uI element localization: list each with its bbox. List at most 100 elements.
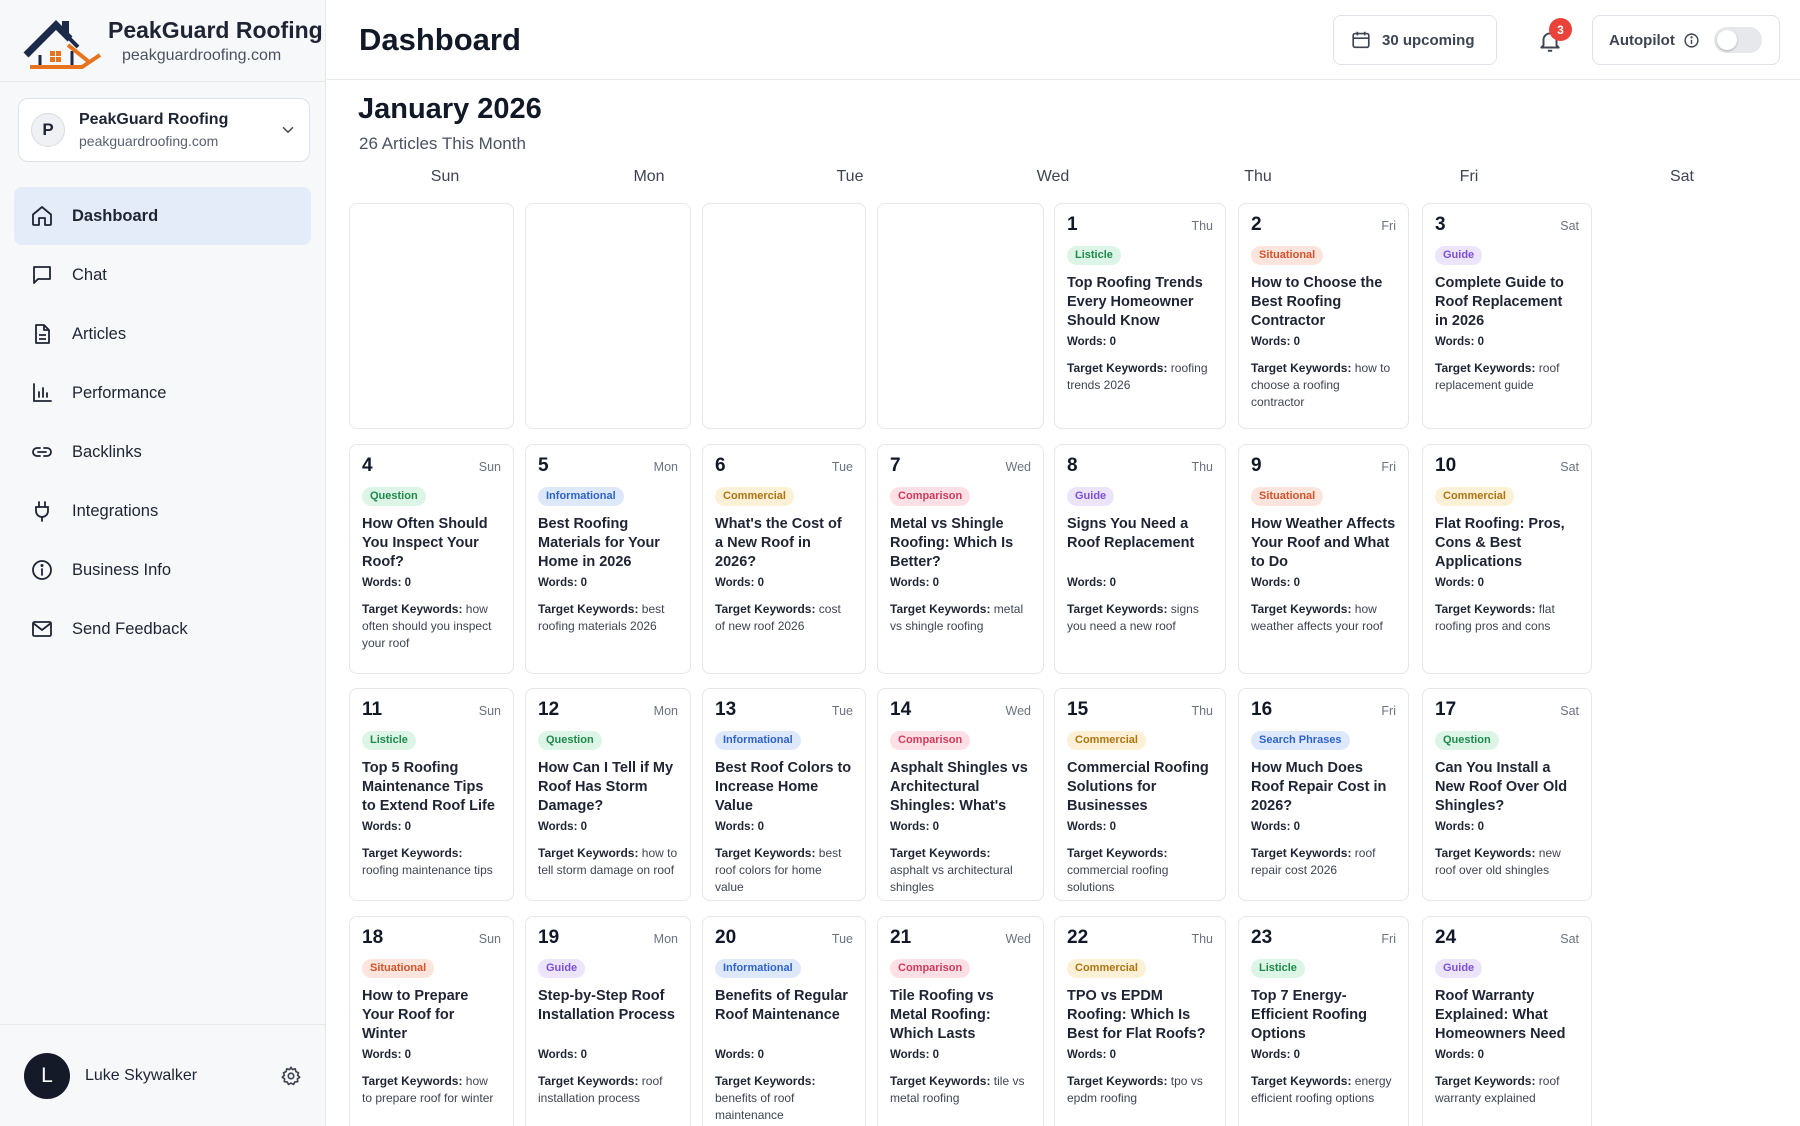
- avatar[interactable]: L: [24, 1052, 70, 1099]
- word-count: Words: 0: [1435, 1049, 1484, 1061]
- calendar-day-card[interactable]: 9 Fri Situational How Weather Affects Your …: [1238, 444, 1409, 674]
- article-title[interactable]: Roof Warranty Explained: What Homeowners…: [1435, 987, 1579, 1044]
- info-icon[interactable]: [1683, 32, 1700, 49]
- calendar-cell-empty: [525, 203, 691, 429]
- keywords-label: Target Keywords:: [1251, 1074, 1352, 1088]
- sidebar-item-chat[interactable]: Chat: [14, 246, 311, 304]
- article-type-badge: Comparison: [890, 959, 971, 978]
- user-name: Luke Skywalker: [85, 1066, 198, 1084]
- day-of-week: Sat: [1560, 219, 1579, 233]
- calendar-day-card[interactable]: 21 Wed Comparison Tile Roofing vs Metal Roo…: [877, 916, 1044, 1126]
- notifications-button[interactable]: 3: [1527, 18, 1577, 64]
- article-title[interactable]: How Weather Affects Your Roof and What t…: [1251, 515, 1396, 572]
- article-title[interactable]: Commercial Roofing Solutions for Busines…: [1067, 759, 1213, 816]
- target-keywords: Target Keywords: roofing maintenance tip…: [362, 845, 501, 879]
- article-title[interactable]: Can You Install a New Roof Over Old Shin…: [1435, 759, 1579, 816]
- target-keywords: Target Keywords: roof installation proce…: [538, 1073, 678, 1107]
- article-title[interactable]: How Much Does Roof Repair Cost in 2026?: [1251, 759, 1396, 816]
- calendar-day-card[interactable]: 22 Thu Commercial TPO vs EPDM Roofing: Whic…: [1054, 916, 1226, 1126]
- day-number: 7: [890, 455, 901, 476]
- weekday-label-wed: Wed: [1036, 168, 1070, 185]
- article-title[interactable]: Tile Roofing vs Metal Roofing: Which Las…: [890, 987, 1031, 1044]
- calendar-day-card[interactable]: 14 Wed Comparison Asphalt Shingles vs Archi…: [877, 688, 1044, 901]
- calendar-day-card[interactable]: 20 Tue Informational Benefits of Regular Ro…: [702, 916, 866, 1126]
- calendar-day-card[interactable]: 17 Sat Question Can You Install a New Roof …: [1422, 688, 1592, 901]
- target-keywords: Target Keywords: signs you need a new ro…: [1067, 601, 1213, 635]
- day-of-week: Sun: [478, 704, 501, 718]
- sidebar-item-integrations[interactable]: Integrations: [14, 482, 311, 540]
- target-keywords: Target Keywords: tile vs metal roofing: [890, 1073, 1031, 1107]
- sidebar-item-send-feedback[interactable]: Send Feedback: [14, 600, 311, 658]
- calendar-day-card[interactable]: 10 Sat Commercial Flat Roofing: Pros, Cons …: [1422, 444, 1592, 674]
- calendar-day-card[interactable]: 6 Tue Commercial What's the Cost of a New R…: [702, 444, 866, 674]
- article-title[interactable]: Step-by-Step Roof Installation Process: [538, 987, 678, 1044]
- site-selector[interactable]: P PeakGuard Roofing peakguardroofing.com: [18, 98, 310, 162]
- article-title[interactable]: Top Roofing Trends Every Homeowner Shoul…: [1067, 274, 1213, 331]
- article-title[interactable]: What's the Cost of a New Roof in 2026?: [715, 515, 853, 572]
- weekday-label-thu: Thu: [1244, 168, 1272, 185]
- calendar-day-card[interactable]: 24 Sat Guide Roof Warranty Explained: What …: [1422, 916, 1592, 1126]
- sidebar-item-label: Business Info: [72, 560, 172, 579]
- article-type-badge: Informational: [715, 959, 801, 978]
- month-subtitle: 26 Articles This Month: [359, 134, 526, 153]
- calendar-day-card[interactable]: 7 Wed Comparison Metal vs Shingle Roofing: …: [877, 444, 1044, 674]
- article-type-badge: Guide: [1067, 487, 1115, 506]
- calendar-day-card[interactable]: 13 Tue Informational Best Roof Colors to In…: [702, 688, 866, 901]
- brand-header[interactable]: PeakGuard Roofing peakguardroofing.com: [0, 0, 325, 82]
- word-count: Words: 0: [362, 821, 411, 833]
- calendar-day-card[interactable]: 19 Mon Guide Step-by-Step Roof Installation…: [525, 916, 691, 1126]
- sidebar-item-backlinks[interactable]: Backlinks: [14, 423, 311, 481]
- article-title[interactable]: Benefits of Regular Roof Maintenance: [715, 987, 853, 1044]
- keywords-label: Target Keywords:: [715, 602, 816, 616]
- target-keywords: Target Keywords: asphalt vs architectura…: [890, 845, 1031, 896]
- upcoming-button[interactable]: 30 upcoming: [1333, 15, 1497, 65]
- article-title[interactable]: How to Prepare Your Roof for Winter: [362, 987, 501, 1044]
- calendar-day-card[interactable]: 1 Thu Listicle Top Roofing Trends Every Hom…: [1054, 203, 1226, 429]
- article-title[interactable]: TPO vs EPDM Roofing: Which Is Best for F…: [1067, 987, 1213, 1044]
- calendar-day-card[interactable]: 3 Sat Guide Complete Guide to Roof Replacem…: [1422, 203, 1592, 429]
- calendar-day-card[interactable]: 16 Fri Search Phrases How Much Does Roof Re…: [1238, 688, 1409, 901]
- article-title[interactable]: Signs You Need a Roof Replacement: [1067, 515, 1213, 572]
- article-title[interactable]: Flat Roofing: Pros, Cons & Best Applicat…: [1435, 515, 1579, 572]
- autopilot-label: Autopilot: [1609, 31, 1675, 49]
- sidebar-item-articles[interactable]: Articles: [14, 305, 311, 363]
- calendar-day-card[interactable]: 4 Sun Question How Often Should You Inspect…: [349, 444, 514, 674]
- calendar-day-card[interactable]: 12 Mon Question How Can I Tell if My Roof H…: [525, 688, 691, 901]
- calendar-day-card[interactable]: 18 Sun Situational How to Prepare Your Roof…: [349, 916, 514, 1126]
- sidebar-item-business-info[interactable]: Business Info: [14, 541, 311, 599]
- calendar-day-card[interactable]: 23 Fri Listicle Top 7 Energy-Efficient Roof…: [1238, 916, 1409, 1126]
- keywords-label: Target Keywords:: [890, 602, 991, 616]
- article-title[interactable]: Top 5 Roofing Maintenance Tips to Extend…: [362, 759, 501, 816]
- article-title[interactable]: How to Choose the Best Roofing Contracto…: [1251, 274, 1396, 331]
- calendar-icon: [1352, 31, 1370, 49]
- article-title[interactable]: Best Roof Colors to Increase Home Value: [715, 759, 853, 816]
- weekday-label-sun: Sun: [430, 168, 460, 185]
- sidebar-item-label: Backlinks: [72, 442, 142, 461]
- day-of-week: Sun: [478, 460, 501, 474]
- article-type-badge: Informational: [715, 731, 801, 750]
- keywords-label: Target Keywords:: [362, 846, 463, 860]
- autopilot-toggle[interactable]: [1713, 27, 1762, 53]
- article-title[interactable]: Top 7 Energy-Efficient Roofing Options: [1251, 987, 1396, 1044]
- sidebar-item-dashboard[interactable]: Dashboard: [14, 187, 311, 245]
- word-count: Words: 0: [890, 1049, 939, 1061]
- article-title[interactable]: Metal vs Shingle Roofing: Which Is Bette…: [890, 515, 1031, 572]
- article-type-badge: Guide: [1435, 246, 1483, 265]
- calendar-day-card[interactable]: 2 Fri Situational How to Choose the Best Ro…: [1238, 203, 1409, 429]
- day-of-week: Sat: [1560, 932, 1579, 946]
- article-title[interactable]: How Often Should You Inspect Your Roof?: [362, 515, 501, 572]
- calendar-day-card[interactable]: 15 Thu Commercial Commercial Roofing Soluti…: [1054, 688, 1226, 901]
- sidebar-item-performance[interactable]: Performance: [14, 364, 311, 422]
- word-count: Words: 0: [890, 577, 939, 589]
- gear-icon[interactable]: [280, 1065, 302, 1087]
- article-title[interactable]: Best Roofing Materials for Your Home in …: [538, 515, 678, 572]
- target-keywords: Target Keywords: roof replacement guide: [1435, 360, 1579, 394]
- calendar-day-card[interactable]: 8 Thu Guide Signs You Need a Roof Replaceme…: [1054, 444, 1226, 674]
- article-type-badge: Situational: [1251, 246, 1324, 265]
- calendar-day-card[interactable]: 11 Sun Listicle Top 5 Roofing Maintenance T…: [349, 688, 514, 901]
- article-title[interactable]: Complete Guide to Roof Replacement in 20…: [1435, 274, 1579, 331]
- article-type-badge: Question: [538, 731, 602, 750]
- calendar-day-card[interactable]: 5 Mon Informational Best Roofing Materials …: [525, 444, 691, 674]
- article-title[interactable]: How Can I Tell if My Roof Has Storm Dama…: [538, 759, 678, 816]
- article-title[interactable]: Asphalt Shingles vs Architectural Shingl…: [890, 759, 1031, 816]
